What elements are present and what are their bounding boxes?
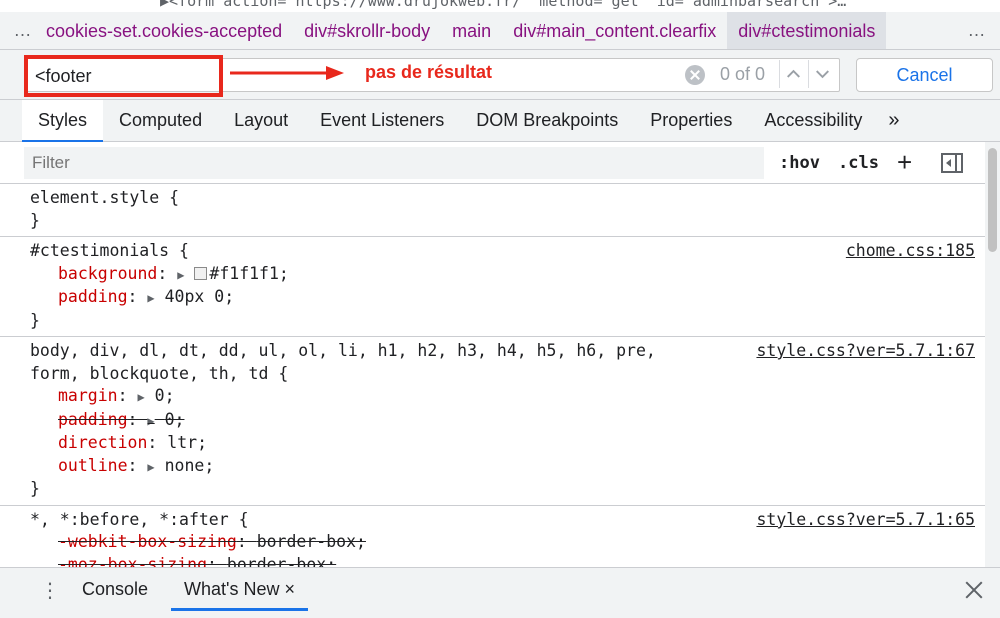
search-bar xyxy=(0,50,1000,100)
property-name[interactable]: -webkit-box-sizing xyxy=(58,532,237,551)
expand-triangle-icon[interactable]: ▶ xyxy=(147,414,154,428)
breadcrumb-item[interactable]: cookies-set.cookies-accepted xyxy=(46,12,293,49)
css-declaration-overridden[interactable]: -moz-box-sizing: border-box; xyxy=(30,554,985,568)
cls-toggle-button[interactable]: .cls xyxy=(838,153,879,173)
css-declaration[interactable]: background: ▶ #f1f1f1; xyxy=(30,263,985,287)
css-declaration[interactable]: direction: ltr; xyxy=(30,432,985,455)
tab-styles[interactable]: Styles xyxy=(22,100,104,142)
property-value[interactable]: 0; xyxy=(165,410,185,429)
next-match-icon[interactable] xyxy=(808,60,836,88)
style-rule: #ctestimonials { chome.css:185 backgroun… xyxy=(0,237,985,337)
tab-event-listeners[interactable]: Event Listeners xyxy=(304,100,460,142)
expand-triangle-icon[interactable]: ▶ xyxy=(137,390,144,404)
annotation-text: pas de résultat xyxy=(365,62,493,82)
breadcrumb-item[interactable]: div#skrollr-body xyxy=(293,12,441,49)
property-value[interactable]: border-box; xyxy=(227,555,336,568)
expand-triangle-icon[interactable]: ▶ xyxy=(147,291,154,305)
previous-match-icon[interactable] xyxy=(779,60,807,88)
annotation-arrow-icon xyxy=(230,66,344,80)
code-peek-text: ▶<form action="https://www.drujokweb.fr/… xyxy=(160,0,847,10)
property-name[interactable]: padding xyxy=(58,287,128,306)
hov-toggle-button[interactable]: :hov xyxy=(779,153,820,173)
styles-filter-bar: :hov .cls + xyxy=(0,142,985,184)
css-declaration-overridden[interactable]: -webkit-box-sizing: border-box; xyxy=(30,531,985,554)
color-swatch[interactable] xyxy=(194,266,208,280)
toggle-sidebar-icon[interactable] xyxy=(941,153,963,173)
property-value[interactable]: #f1f1f1; xyxy=(209,264,288,283)
bottom-drawer: ⋮ Console What's New × xyxy=(0,567,1000,618)
style-rule: body, div, dl, dt, dd, ul, ol, li, h1, h… xyxy=(0,337,985,506)
css-declaration[interactable]: margin: ▶ 0; xyxy=(30,385,985,409)
tabs-overflow-icon[interactable]: » xyxy=(878,100,909,141)
search-input[interactable] xyxy=(35,63,205,89)
rule-close-brace: } xyxy=(30,310,40,330)
rule-source-link[interactable]: chome.css:185 xyxy=(846,240,975,263)
css-declaration-overridden[interactable]: padding: ▶ 0; xyxy=(30,409,985,433)
property-name[interactable]: margin xyxy=(58,386,118,405)
tab-properties[interactable]: Properties xyxy=(634,100,748,142)
css-declaration[interactable]: padding: ▶ 40px 0; xyxy=(30,286,985,310)
drawer-menu-icon[interactable]: ⋮ xyxy=(40,580,60,604)
expand-triangle-icon[interactable]: ▶ xyxy=(147,460,154,474)
rule-close-brace: } xyxy=(30,210,40,230)
property-value[interactable]: 0; xyxy=(155,386,175,405)
rule-selector[interactable]: element.style { xyxy=(30,187,985,210)
css-declaration[interactable]: outline: ▶ none; xyxy=(30,455,985,479)
code-peek-line: ▶<form action="https://www.drujokweb.fr/… xyxy=(0,0,1000,12)
property-name[interactable]: background xyxy=(58,264,157,283)
breadcrumb-item[interactable]: div#main_content.clearfix xyxy=(502,12,727,49)
tab-whats-new-label: What's New xyxy=(184,579,280,599)
match-count: 0 of 0 xyxy=(720,64,766,84)
breadcrumb-more-left-icon[interactable]: … xyxy=(0,20,46,41)
tab-layout[interactable]: Layout xyxy=(218,100,304,142)
filter-input[interactable] xyxy=(24,147,764,179)
breadcrumb: … cookies-set.cookies-accepted div#skrol… xyxy=(0,12,1000,50)
expand-triangle-icon[interactable]: ▶ xyxy=(177,268,184,282)
rule-source-link[interactable]: style.css?ver=5.7.1:67 xyxy=(756,340,975,363)
rule-selector[interactable]: #ctestimonials { xyxy=(30,240,985,263)
property-name[interactable]: padding xyxy=(58,410,128,429)
breadcrumb-more-right-icon[interactable]: … xyxy=(954,20,1000,41)
property-value[interactable]: none; xyxy=(165,456,215,475)
styles-pane: element.style { } #ctestimonials { chome… xyxy=(0,184,985,567)
tab-computed[interactable]: Computed xyxy=(103,100,218,142)
property-name[interactable]: outline xyxy=(58,456,128,475)
clear-search-icon[interactable] xyxy=(685,65,705,85)
breadcrumb-item-active[interactable]: div#ctestimonials xyxy=(727,12,887,49)
styles-scrollbar[interactable] xyxy=(985,142,1000,567)
style-rule: *, *:before, *:after { style.css?ver=5.7… xyxy=(0,506,985,568)
property-value[interactable]: 40px 0; xyxy=(165,287,235,306)
new-style-rule-icon[interactable]: + xyxy=(897,148,927,178)
breadcrumb-item[interactable]: main xyxy=(441,12,502,49)
tab-accessibility[interactable]: Accessibility xyxy=(748,100,878,142)
close-drawer-icon[interactable] xyxy=(962,578,986,602)
property-value[interactable]: ltr; xyxy=(167,433,207,452)
tab-console[interactable]: Console xyxy=(82,568,148,611)
tab-whats-new[interactable]: What's New × xyxy=(171,568,308,611)
tab-close-icon[interactable]: × xyxy=(284,579,295,599)
rule-source-link[interactable]: style.css?ver=5.7.1:65 xyxy=(756,509,975,532)
cancel-button[interactable]: Cancel xyxy=(856,58,993,92)
property-name[interactable]: -moz-box-sizing xyxy=(58,555,207,568)
scrollbar-thumb[interactable] xyxy=(988,148,997,252)
property-value[interactable]: border-box; xyxy=(257,532,366,551)
panel-tabs: Styles Computed Layout Event Listeners D… xyxy=(0,100,1000,142)
property-name[interactable]: direction xyxy=(58,433,147,452)
tab-dom-breakpoints[interactable]: DOM Breakpoints xyxy=(460,100,634,142)
rule-close-brace: } xyxy=(30,479,40,498)
style-rule: element.style { } xyxy=(0,184,985,237)
